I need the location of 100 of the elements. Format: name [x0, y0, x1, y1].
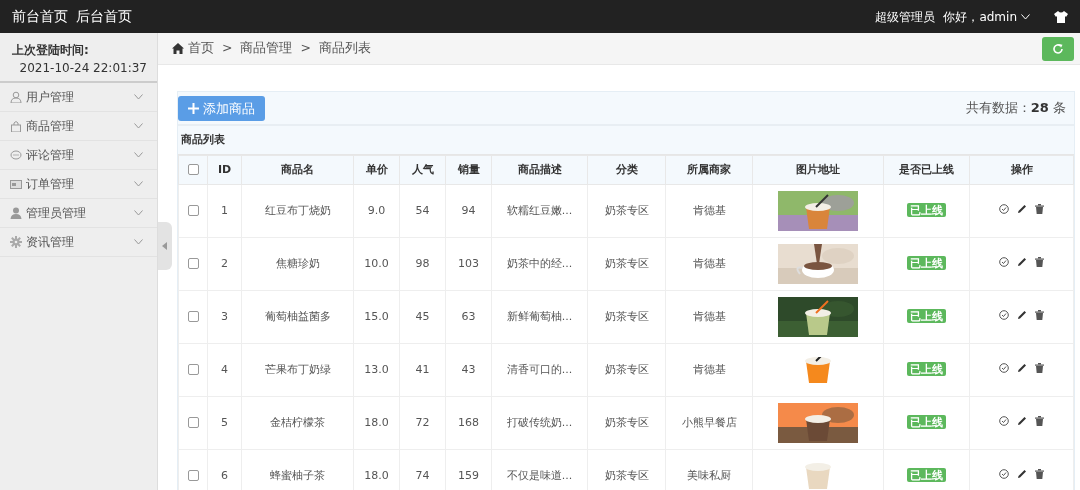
check-circle-icon[interactable]: [999, 203, 1009, 214]
column-header: 单价: [353, 155, 400, 185]
edit-icon[interactable]: [1017, 468, 1027, 479]
table-cell: 不仅是味道...: [506, 468, 573, 482]
table-cell: 芒果布丁奶绿: [264, 362, 331, 376]
column-header: 所属商家: [665, 155, 753, 185]
table-cell: 打破传统奶...: [506, 415, 573, 429]
table-cell: 红豆布丁烧奶: [264, 203, 331, 217]
table-cell: 94: [461, 203, 476, 217]
sidebar-item[interactable]: 管理员管理: [0, 199, 157, 228]
row-checkbox[interactable]: [187, 364, 199, 376]
table-cell: 15.0: [364, 309, 389, 323]
table-cell: 金桔柠檬茶: [270, 415, 325, 429]
column-header: 图片地址: [752, 155, 884, 185]
breadcrumb-link[interactable]: 商品管理: [240, 39, 293, 58]
column-header: 销量: [445, 155, 492, 185]
table-cell: 41: [415, 362, 430, 376]
row-checkbox[interactable]: [187, 205, 199, 217]
table-cell: 3: [221, 309, 228, 323]
sidebar-item[interactable]: 资讯管理: [0, 228, 157, 257]
nav-link[interactable]: 后台首页: [76, 6, 132, 27]
delete-icon[interactable]: [1035, 203, 1044, 214]
row-checkbox[interactable]: [187, 470, 199, 482]
table-cell: 54: [415, 203, 430, 217]
user-menu[interactable]: 你好，admin: [943, 7, 1030, 26]
sidebar-item[interactable]: 商品管理: [0, 112, 157, 141]
column-header: 商品名: [241, 155, 354, 185]
table-cell: 9.0: [367, 203, 386, 217]
breadcrumb-link[interactable]: 首页: [172, 39, 214, 58]
edit-icon[interactable]: [1017, 309, 1027, 320]
person-icon: [10, 207, 22, 219]
status-badge: 已上线: [907, 255, 946, 270]
table-cell: 103: [458, 256, 479, 270]
sidebar-item[interactable]: 订单管理: [0, 170, 157, 199]
status-badge: 已上线: [907, 414, 946, 429]
plus-icon: [188, 102, 199, 114]
table-cell: 小熊早餐店: [681, 415, 737, 429]
column-header: 人气: [399, 155, 446, 185]
table-cell: 98: [415, 256, 430, 270]
shirt-icon[interactable]: [1054, 10, 1068, 23]
edit-icon[interactable]: [1017, 256, 1027, 267]
table-cell: 肯德基: [692, 309, 726, 323]
edit-icon[interactable]: [1017, 362, 1027, 373]
delete-icon[interactable]: [1035, 309, 1044, 320]
table-cell: 45: [415, 309, 430, 323]
table-cell: 159: [458, 468, 479, 482]
last-login-time: 2021-10-24 22:01:37: [18, 60, 147, 77]
column-header: ID: [207, 155, 242, 185]
delete-icon[interactable]: [1035, 362, 1044, 373]
table-cell: 6: [221, 468, 228, 482]
row-checkbox[interactable]: [187, 311, 199, 323]
delete-icon[interactable]: [1035, 468, 1044, 479]
edit-icon[interactable]: [1017, 203, 1027, 214]
table-cell: 2: [221, 256, 228, 270]
table-cell: 焦糖珍奶: [275, 256, 320, 270]
edit-icon[interactable]: [1017, 415, 1027, 426]
table-cell: 43: [461, 362, 476, 376]
table-cell: 葡萄柚益菌多: [264, 309, 331, 323]
check-circle-icon[interactable]: [999, 362, 1009, 373]
chat-icon: [10, 149, 22, 161]
table-cell: 奶茶专区: [604, 203, 649, 217]
table-cell: 美味私厨: [687, 468, 731, 482]
delete-icon[interactable]: [1035, 415, 1044, 426]
breadcrumb-link[interactable]: 商品列表: [318, 39, 371, 58]
table-title: 商品列表: [181, 131, 225, 148]
select-all-checkbox[interactable]: [187, 164, 199, 176]
row-checkbox[interactable]: [187, 417, 199, 429]
last-login-label: 上次登陆时间:: [12, 42, 90, 59]
row-checkbox[interactable]: [187, 258, 199, 270]
total-count: 共有数据：28 条: [965, 99, 1066, 118]
sidebar-item[interactable]: 用户管理: [0, 83, 157, 112]
nav-link[interactable]: 前台首页: [12, 6, 68, 27]
status-badge: 已上线: [907, 308, 946, 323]
table-cell: 奶茶专区: [604, 415, 649, 429]
status-badge: 已上线: [907, 361, 946, 376]
check-circle-icon[interactable]: [999, 256, 1009, 267]
table-cell: 4: [221, 362, 228, 376]
table-cell: 10.0: [364, 256, 389, 270]
table-cell: 5: [221, 415, 228, 429]
delete-icon[interactable]: [1035, 256, 1044, 267]
status-badge: 已上线: [907, 202, 946, 217]
sidebar-item[interactable]: 评论管理: [0, 141, 157, 170]
gear-icon: [10, 236, 22, 248]
table-cell: 奶茶专区: [604, 468, 649, 482]
table-cell: 1: [221, 203, 228, 217]
column-header: 是否已上线: [883, 155, 970, 185]
status-badge: 已上线: [907, 467, 946, 482]
column-header: 商品描述: [491, 155, 588, 185]
sidebar-toggle[interactable]: [158, 222, 172, 270]
table-cell: 63: [461, 309, 476, 323]
user-icon: [10, 91, 22, 103]
table-cell: 168: [458, 415, 479, 429]
column-header: 操作: [969, 155, 1074, 185]
home-icon: [172, 43, 184, 54]
check-circle-icon[interactable]: [999, 415, 1009, 426]
table-cell: 清香可口的...: [506, 362, 573, 376]
table-cell: 13.0: [364, 362, 389, 376]
check-circle-icon[interactable]: [999, 468, 1009, 479]
check-circle-icon[interactable]: [999, 309, 1009, 320]
role-label: 超级管理员: [875, 8, 936, 26]
